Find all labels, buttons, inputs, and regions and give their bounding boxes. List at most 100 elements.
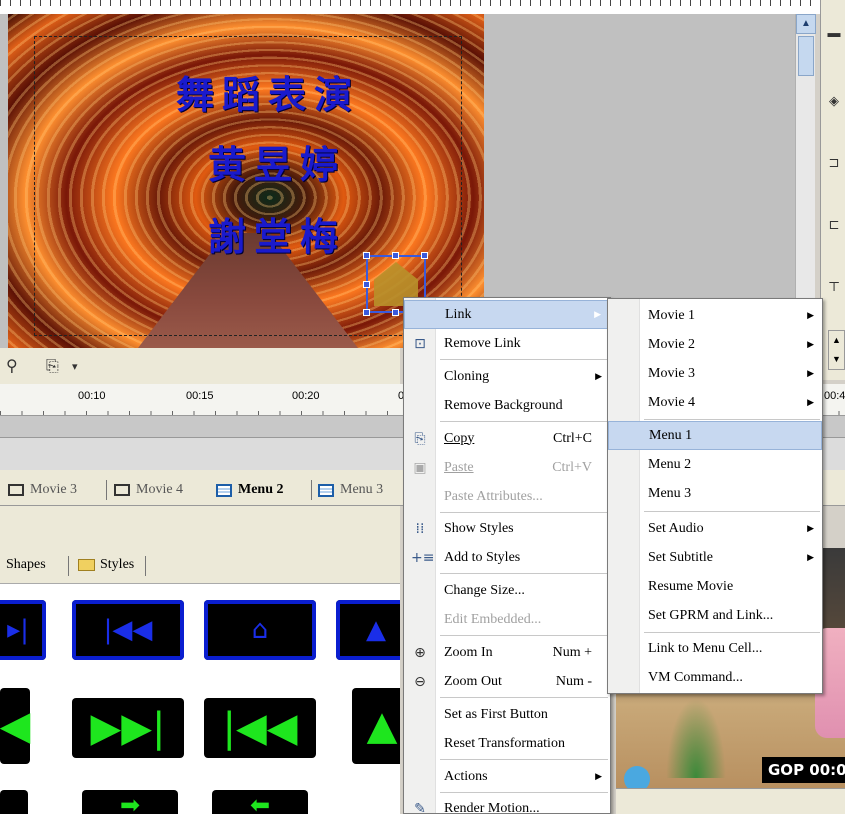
shape-icon[interactable]: ⊏	[825, 216, 843, 234]
magnifier-icon[interactable]: ⚲	[6, 356, 18, 375]
tab-styles[interactable]: Styles	[78, 557, 134, 573]
menu-label: Zoom Out	[444, 673, 502, 689]
right-tool-strip: ▬ ◈ ⊐ ⊏ ⊤	[820, 0, 845, 380]
menu-item-reset-transformation[interactable]: Reset Transformation	[404, 729, 610, 758]
menu-title-line-2[interactable]: 黄昱婷	[208, 134, 346, 189]
menu-label: Remove Background	[444, 397, 563, 413]
menu-item-paste-attributes[interactable]: Paste Attributes...	[404, 482, 610, 511]
button-gallery: ▸| |◀◀ ⌂ ▲ ◀ ▶▶| |◀◀ ▲ ➡ ⬅	[0, 584, 400, 814]
palette-icon[interactable]: ▬	[825, 24, 843, 42]
menu-label: Resume Movie	[648, 578, 734, 594]
resize-handle[interactable]	[421, 252, 428, 259]
copy-icon[interactable]: ⎘	[46, 356, 59, 376]
submenu-item-set-subtitle[interactable]: Set Subtitle ▶	[608, 543, 822, 572]
submenu-item-set-audio[interactable]: Set Audio ▶	[608, 514, 822, 543]
menu-label: Change Size...	[444, 582, 525, 598]
submenu-item-menu-1[interactable]: Menu 1	[608, 421, 822, 450]
menu-item-cloning[interactable]: Cloning ▶	[404, 362, 610, 391]
menu-item-copy[interactable]: ⎘ Copy Ctrl+C	[404, 424, 610, 453]
tab-menu-3[interactable]: Menu 3	[318, 479, 383, 501]
fill-icon[interactable]: ◈	[825, 92, 843, 110]
menu-item-remove-background[interactable]: Remove Background	[404, 391, 610, 420]
menu-label: VM Command...	[648, 669, 743, 685]
timeline-tick: 00:20	[292, 390, 320, 402]
tab-movie-4[interactable]: Movie 4	[114, 479, 183, 501]
gallery-button[interactable]: ▲	[336, 600, 400, 660]
resize-handle[interactable]	[363, 281, 370, 288]
menu-label: Set as First Button	[444, 706, 548, 722]
menu-item-zoom-out[interactable]: ⊖ Zoom Out Num -	[404, 667, 610, 696]
menu-item-set-first-button[interactable]: Set as First Button	[404, 700, 610, 729]
gallery-button[interactable]: |◀◀	[204, 698, 316, 758]
menu-item-actions[interactable]: Actions ▶	[404, 762, 610, 791]
menu-label: Show Styles	[444, 520, 514, 536]
gallery-button[interactable]: ▶▶|	[72, 698, 184, 758]
resize-handle[interactable]	[392, 309, 399, 316]
menu-label: Set Audio	[648, 520, 704, 536]
gallery-button[interactable]: ⬅	[212, 790, 308, 814]
menu-label: Add to Styles	[444, 549, 521, 565]
scroll-up-arrow-icon[interactable]: ▲	[796, 14, 816, 34]
timeline-tick: 00:4	[824, 390, 845, 402]
menu-label: Menu 3	[648, 485, 692, 501]
menu-item-edit-embedded[interactable]: Edit Embedded...	[404, 605, 610, 634]
menu-label: Set GPRM and Link...	[648, 607, 774, 623]
submenu-item-menu-2[interactable]: Menu 2	[608, 450, 822, 479]
submenu-item-vm-command[interactable]: VM Command...	[608, 663, 822, 692]
submenu-item-set-gprm-and-link[interactable]: Set GPRM and Link...	[608, 601, 822, 630]
gallery-button[interactable]	[0, 790, 28, 814]
spin-control[interactable]: ▲ ▼	[828, 330, 845, 370]
dropdown-arrow-icon[interactable]: ▾	[72, 360, 78, 373]
menu-item-add-to-styles[interactable]: +≡ Add to Styles	[404, 543, 610, 572]
resize-handle[interactable]	[363, 309, 370, 316]
submenu-item-link-to-menu-cell[interactable]: Link to Menu Cell...	[608, 634, 822, 663]
top-ruler	[0, 0, 820, 14]
submenu-item-movie-3[interactable]: Movie 3 ▶	[608, 359, 822, 388]
menu-label: Reset Transformation	[444, 735, 565, 751]
gallery-button[interactable]: ⌂	[204, 600, 316, 660]
scroll-thumb[interactable]	[798, 36, 814, 76]
gallery-button[interactable]: ▲	[352, 688, 400, 764]
menu-label: Set Subtitle	[648, 549, 713, 565]
menu-label: Movie 3	[648, 365, 696, 381]
gallery-button[interactable]: ➡	[82, 790, 178, 814]
gallery-button[interactable]: |◀◀	[72, 600, 184, 660]
align-icon[interactable]: ⊤	[825, 278, 843, 296]
link-icon[interactable]: ⊐	[825, 154, 843, 172]
resize-handle[interactable]	[392, 252, 399, 259]
menu-item-paste[interactable]: ▣ Paste Ctrl+V	[404, 453, 610, 482]
tab-label: Menu 2	[238, 482, 284, 497]
menu-label: Menu 2	[648, 456, 692, 472]
paste-icon: ▣	[413, 459, 427, 476]
menu-label: Menu 1	[649, 427, 693, 443]
tab-label: Shapes	[6, 557, 46, 572]
tab-label: Styles	[100, 557, 135, 572]
gallery-button[interactable]: ▸|	[0, 600, 46, 660]
menu-label: Copy	[444, 430, 475, 446]
menu-label: Edit Embedded...	[444, 611, 542, 627]
submenu-item-resume-movie[interactable]: Resume Movie	[608, 572, 822, 601]
menu-item-zoom-in[interactable]: ⊕ Zoom In Num +	[404, 638, 610, 667]
tab-menu-2[interactable]: Menu 2	[216, 479, 284, 501]
resize-handle[interactable]	[363, 252, 370, 259]
menu-icon	[318, 483, 334, 497]
menu-item-remove-link[interactable]: ⊡ Remove Link	[404, 329, 610, 358]
status-strip	[616, 788, 845, 814]
menu-item-render-motion[interactable]: ✎ Render Motion...	[404, 794, 610, 814]
menu-title-line-3[interactable]: 謝堂梅	[208, 206, 346, 261]
tab-shapes[interactable]: Shapes	[6, 557, 46, 573]
menu-icon	[216, 483, 232, 497]
library-tabs: Shapes Styles	[0, 548, 400, 584]
link-submenu: Movie 1 ▶ Movie 2 ▶ Movie 3 ▶ Movie 4 ▶ Menu…	[607, 298, 823, 694]
menu-shortcut: Ctrl+V	[552, 459, 592, 475]
submenu-item-movie-1[interactable]: Movie 1 ▶	[608, 301, 822, 330]
gallery-button[interactable]: ◀	[0, 688, 30, 764]
submenu-item-movie-2[interactable]: Movie 2 ▶	[608, 330, 822, 359]
menu-title-line-1[interactable]: 舞蹈表演	[176, 64, 360, 119]
menu-item-change-size[interactable]: Change Size...	[404, 576, 610, 605]
menu-item-link[interactable]: Link ▶	[404, 300, 610, 329]
submenu-item-menu-3[interactable]: Menu 3	[608, 479, 822, 508]
tab-movie-3[interactable]: Movie 3	[8, 479, 77, 501]
menu-item-show-styles[interactable]: ⁞⁞ Show Styles	[404, 514, 610, 543]
submenu-item-movie-4[interactable]: Movie 4 ▶	[608, 388, 822, 417]
